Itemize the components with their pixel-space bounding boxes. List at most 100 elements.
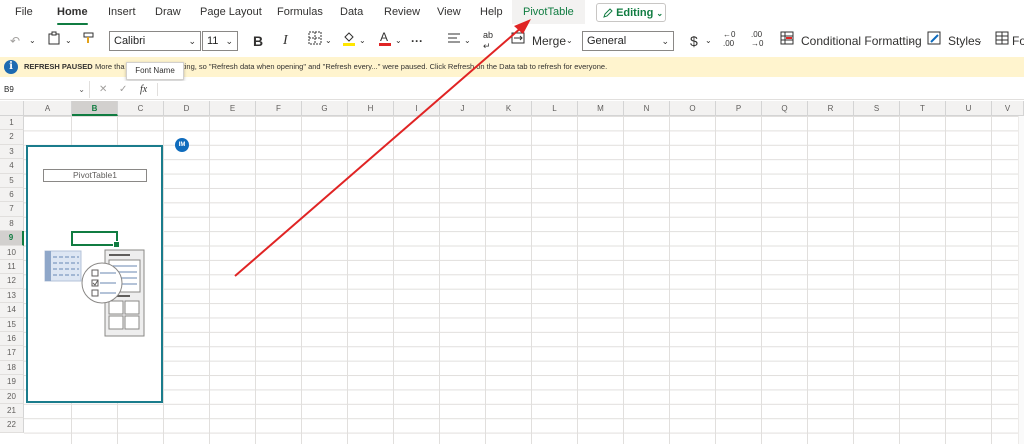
column-header-u[interactable]: U bbox=[946, 101, 992, 116]
column-header-i[interactable]: I bbox=[394, 101, 440, 116]
format-as-table-icon[interactable] bbox=[995, 30, 1009, 52]
tab-help[interactable]: Help bbox=[480, 0, 503, 24]
row-header-15[interactable]: 15 bbox=[0, 317, 24, 332]
tab-view[interactable]: View bbox=[437, 0, 461, 24]
column-header-d[interactable]: D bbox=[164, 101, 210, 116]
paste-dropdown-icon[interactable]: ⌄ bbox=[65, 30, 72, 52]
cancel-icon[interactable]: ✕ bbox=[99, 81, 107, 98]
row-header-12[interactable]: 12 bbox=[0, 274, 24, 289]
vertical-scrollbar[interactable] bbox=[1018, 116, 1024, 444]
font-name-combo[interactable]: Calibri ⌄ bbox=[109, 31, 201, 51]
row-header-22[interactable]: 22 bbox=[0, 418, 24, 433]
tab-page-layout[interactable]: Page Layout bbox=[200, 0, 262, 24]
styles-icon[interactable] bbox=[927, 30, 941, 52]
undo-icon[interactable]: ↶ bbox=[10, 30, 20, 52]
row-header-11[interactable]: 11 bbox=[0, 260, 24, 275]
formula-input[interactable] bbox=[160, 81, 1020, 98]
column-header-p[interactable]: P bbox=[716, 101, 762, 116]
collaborator-avatar[interactable]: IM bbox=[175, 138, 189, 152]
wrap-text-icon[interactable]: ab ↵ bbox=[483, 30, 493, 52]
row-header-3[interactable]: 3 bbox=[0, 144, 24, 160]
tab-review[interactable]: Review bbox=[384, 0, 420, 24]
column-header-o[interactable]: O bbox=[670, 101, 716, 116]
row-header-1[interactable]: 1 bbox=[0, 116, 24, 131]
tab-draw[interactable]: Draw bbox=[155, 0, 181, 24]
row-header-5[interactable]: 5 bbox=[0, 173, 24, 188]
cells-area[interactable] bbox=[24, 116, 1024, 444]
styles-dropdown-icon[interactable]: ⌄ bbox=[976, 30, 983, 52]
borders-icon[interactable] bbox=[308, 30, 322, 52]
bold-icon[interactable]: B bbox=[253, 30, 263, 52]
column-header-t[interactable]: T bbox=[900, 101, 946, 116]
row-header-8[interactable]: 8 bbox=[0, 216, 24, 232]
column-header-c[interactable]: C bbox=[118, 101, 164, 116]
italic-icon[interactable]: I bbox=[283, 30, 288, 52]
column-header-s[interactable]: S bbox=[854, 101, 900, 116]
column-header-a[interactable]: A bbox=[24, 101, 72, 116]
row-header-13[interactable]: 13 bbox=[0, 288, 24, 304]
format-painter-icon[interactable] bbox=[82, 30, 96, 52]
row-header-21[interactable]: 21 bbox=[0, 404, 24, 419]
row-header-20[interactable]: 20 bbox=[0, 389, 24, 404]
column-header-e[interactable]: E bbox=[210, 101, 256, 116]
column-header-r[interactable]: R bbox=[808, 101, 854, 116]
font-color-icon[interactable]: A bbox=[378, 30, 392, 52]
currency-icon[interactable]: $ bbox=[690, 30, 698, 52]
column-header-m[interactable]: M bbox=[578, 101, 624, 116]
align-icon[interactable] bbox=[447, 30, 461, 52]
conditional-formatting-label[interactable]: Conditional Formatting bbox=[801, 30, 922, 52]
more-options-icon[interactable]: ··· bbox=[411, 30, 423, 52]
row-header-19[interactable]: 19 bbox=[0, 375, 24, 390]
tab-formulas[interactable]: Formulas bbox=[277, 0, 323, 24]
conditional-formatting-icon[interactable] bbox=[780, 30, 794, 52]
tab-home[interactable]: Home bbox=[57, 0, 88, 25]
column-header-n[interactable]: N bbox=[624, 101, 670, 116]
undo-dropdown-icon[interactable]: ⌄ bbox=[29, 30, 36, 52]
column-header-k[interactable]: K bbox=[486, 101, 532, 116]
column-header-j[interactable]: J bbox=[440, 101, 486, 116]
active-cell-b9[interactable] bbox=[71, 231, 120, 248]
tab-data[interactable]: Data bbox=[340, 0, 363, 24]
font-color-dropdown-icon[interactable]: ⌄ bbox=[395, 30, 402, 52]
align-dropdown-icon[interactable]: ⌄ bbox=[464, 30, 471, 52]
borders-dropdown-icon[interactable]: ⌄ bbox=[325, 30, 332, 52]
currency-dropdown-icon[interactable]: ⌄ bbox=[705, 30, 712, 52]
row-header-6[interactable]: 6 bbox=[0, 188, 24, 203]
column-header-f[interactable]: F bbox=[256, 101, 302, 116]
row-header-2[interactable]: 2 bbox=[0, 130, 24, 145]
function-icon[interactable]: fx bbox=[140, 81, 147, 98]
paste-icon[interactable] bbox=[47, 30, 61, 52]
column-header-l[interactable]: L bbox=[532, 101, 578, 116]
row-header-14[interactable]: 14 bbox=[0, 303, 24, 318]
row-header-4[interactable]: 4 bbox=[0, 159, 24, 174]
editing-mode-button[interactable]: Editing ⌄ bbox=[596, 3, 666, 22]
column-header-h[interactable]: H bbox=[348, 101, 394, 116]
row-header-17[interactable]: 17 bbox=[0, 346, 24, 361]
merge-label[interactable]: Merge bbox=[532, 30, 566, 52]
tab-pivottable[interactable]: PivotTable bbox=[512, 0, 585, 24]
tab-insert[interactable]: Insert bbox=[108, 0, 136, 24]
merge-dropdown-icon[interactable]: ⌄ bbox=[566, 30, 573, 52]
merge-icon[interactable] bbox=[511, 30, 525, 52]
column-header-q[interactable]: Q bbox=[762, 101, 808, 116]
enter-icon[interactable]: ✓ bbox=[119, 81, 127, 98]
fill-color-dropdown-icon[interactable]: ⌄ bbox=[359, 30, 366, 52]
row-header-7[interactable]: 7 bbox=[0, 202, 24, 217]
column-header-b[interactable]: B bbox=[72, 101, 118, 116]
column-header-v[interactable]: V bbox=[992, 101, 1024, 116]
font-size-combo[interactable]: 11 ⌄ bbox=[202, 31, 238, 51]
row-header-10[interactable]: 10 bbox=[0, 245, 24, 260]
row-header-18[interactable]: 18 bbox=[0, 360, 24, 376]
select-all-corner[interactable] bbox=[0, 101, 24, 116]
decrease-decimal-icon[interactable]: .00 →0 bbox=[751, 30, 763, 52]
name-box[interactable]: B9 ⌄ bbox=[0, 81, 90, 98]
increase-decimal-icon[interactable]: ←0.00 bbox=[723, 30, 735, 52]
row-header-9[interactable]: 9 bbox=[0, 231, 24, 246]
conditional-formatting-dropdown-icon[interactable]: ⌄ bbox=[908, 30, 915, 52]
fill-color-icon[interactable] bbox=[342, 30, 356, 52]
row-header-16[interactable]: 16 bbox=[0, 332, 24, 347]
number-format-combo[interactable]: General ⌄ bbox=[582, 31, 674, 51]
tab-file[interactable]: File bbox=[15, 0, 33, 24]
format-overflow-label[interactable]: Fo bbox=[1012, 30, 1024, 52]
column-header-g[interactable]: G bbox=[302, 101, 348, 116]
